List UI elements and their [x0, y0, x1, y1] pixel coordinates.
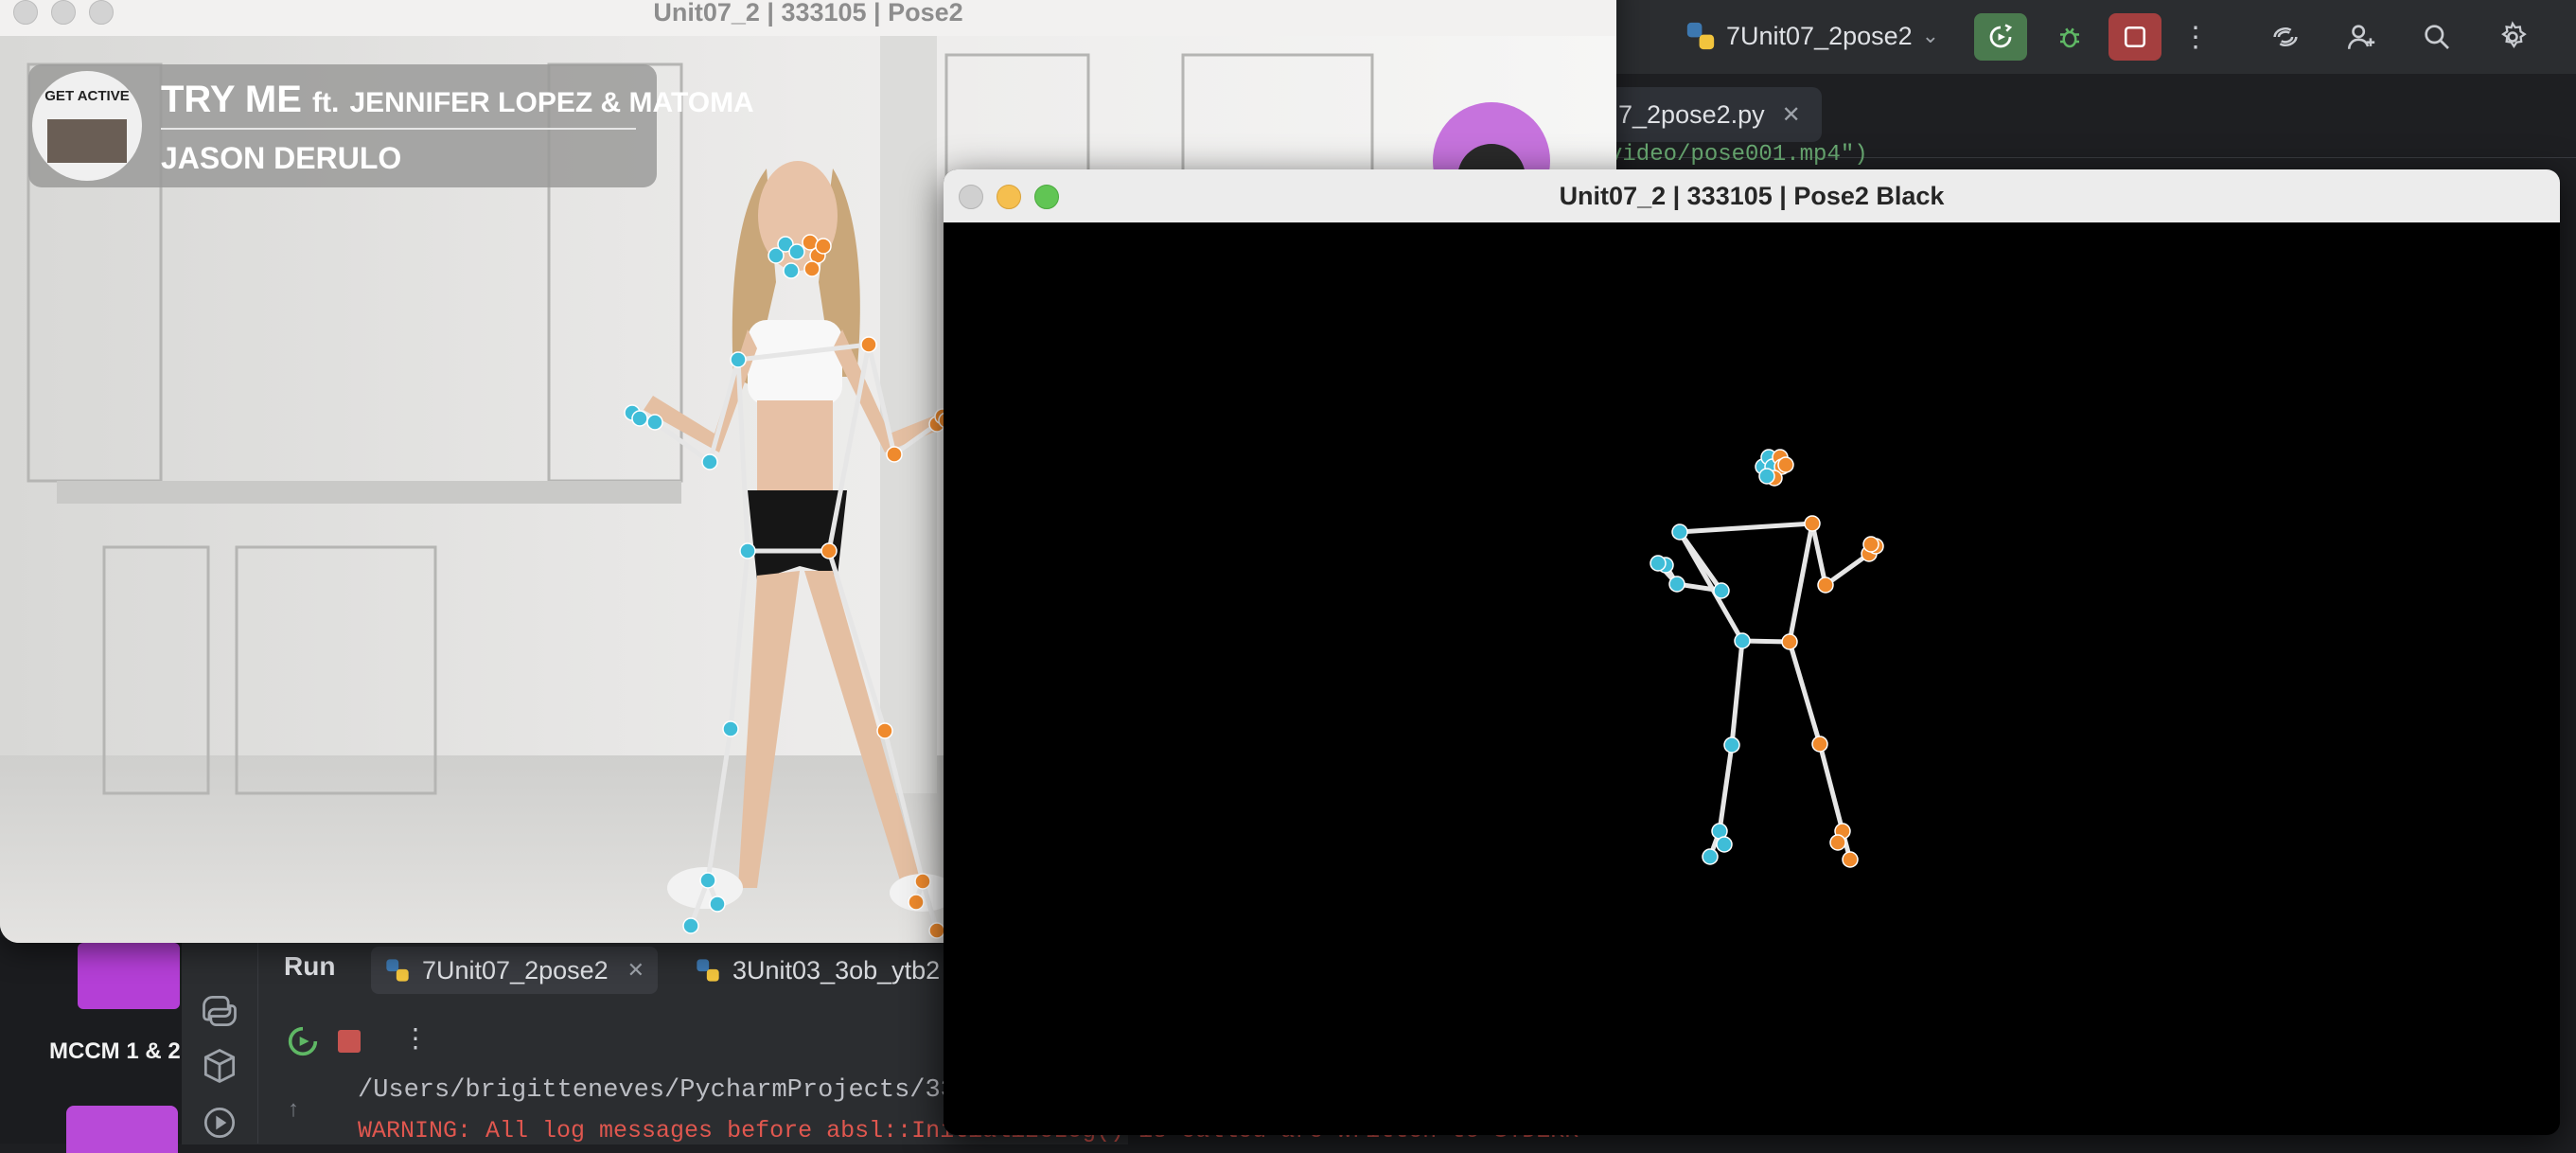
left-keypoint	[1650, 555, 1667, 572]
debug-icon	[2060, 27, 2079, 48]
right-keypoint	[815, 238, 832, 255]
window-titlebar[interactable]: Unit07_2 | 333105 | Pose2 Black	[944, 169, 2560, 223]
rerun-icon	[1989, 24, 2013, 48]
settings-button[interactable]	[2489, 13, 2536, 61]
window-title: Unit07_2 | 333105 | Pose2	[653, 0, 963, 27]
python-icon	[1686, 22, 1715, 50]
run-panel-title: Run	[284, 951, 336, 981]
left-keypoint	[1723, 736, 1740, 754]
desktop-folder-label: MCCM 1 & 2	[49, 1038, 181, 1064]
debug-button[interactable]	[2046, 13, 2093, 61]
stop-icon	[2124, 26, 2146, 48]
python-icon	[386, 959, 409, 982]
close-icon[interactable]: ✕	[627, 958, 644, 983]
services-icon[interactable]	[199, 1102, 240, 1144]
left-keypoint	[739, 542, 756, 559]
python-icon	[697, 959, 719, 982]
python-console-icon[interactable]	[199, 990, 240, 1032]
desktop-folder-icon[interactable]	[78, 943, 180, 1009]
left-keypoint	[631, 410, 648, 427]
more-options-button[interactable]: ⋮	[2177, 13, 2214, 61]
right-keypoint	[908, 894, 925, 911]
right-keypoint	[803, 260, 820, 277]
right-keypoint	[1862, 536, 1879, 553]
window-titlebar[interactable]: Unit07_2 | 333105 | Pose2	[0, 0, 1616, 37]
banner-badge: GET ACTIVE	[44, 88, 129, 104]
editor-tab-label: 7_2pose2.py	[1618, 99, 1765, 129]
more-icon: ⋮	[2181, 21, 2210, 53]
pose2-black-window[interactable]: Unit07_2 | 333105 | Pose2 Black	[944, 169, 2560, 1135]
left-keypoint	[1758, 468, 1775, 485]
right-keypoint	[914, 873, 931, 890]
add-user-icon	[2347, 25, 2375, 49]
right-keypoint	[860, 336, 877, 353]
left-keypoint	[1668, 576, 1685, 593]
left-keypoint	[1671, 523, 1688, 541]
right-keypoint	[1829, 834, 1846, 851]
run-configuration-selector[interactable]: 7Unit07_2pose2 ⌄	[1685, 13, 1939, 59]
code-line: video/pose001.mp4")	[1609, 142, 1868, 168]
banner-artist: JASON DERULO	[161, 141, 401, 175]
right-keypoint	[886, 446, 903, 463]
search-icon	[2425, 25, 2449, 49]
right-keypoint	[876, 722, 893, 739]
more-icon[interactable]: ⋮	[402, 1022, 429, 1054]
left-keypoint	[1734, 632, 1751, 649]
stop-button[interactable]	[2108, 13, 2161, 61]
add-user-button[interactable]	[2338, 13, 2385, 61]
run-tab-label: 7Unit07_2pose2	[422, 955, 609, 984]
right-keypoint	[928, 922, 945, 939]
rerun-icon[interactable]	[284, 1022, 322, 1060]
run-tab-label: 3Unit03_3ob_ytb2	[732, 955, 941, 984]
left-keypoint	[701, 453, 718, 470]
ai-assistant-button[interactable]	[2262, 13, 2309, 61]
python-packages-icon[interactable]	[199, 1045, 240, 1087]
ai-assistant-icon	[2273, 27, 2298, 47]
right-keypoint	[1781, 633, 1798, 650]
ide-toolbar: 7Unit07_2pose2 ⌄ ⋮	[1609, 0, 2576, 74]
right-keypoint	[1777, 456, 1794, 473]
window-title: Unit07_2 | 333105 | Pose2 Black	[1559, 182, 1945, 210]
console-output-line: /Users/brigitteneves/PycharmProjects/333	[358, 1076, 972, 1105]
left-keypoint	[699, 872, 716, 889]
left-keypoint	[783, 262, 800, 279]
right-keypoint	[1842, 851, 1859, 868]
close-icon[interactable]: ✕	[1782, 101, 1801, 129]
skeleton-canvas	[944, 222, 2560, 1135]
right-keypoint	[820, 542, 838, 559]
song-banner: GET ACTIVE TRY ME ft. JENNIFER LOPEZ & M…	[28, 64, 754, 187]
left-keypoint	[722, 720, 739, 737]
run-tab-3unit03-3ob-ytb2[interactable]: 3Unit03_3ob_ytb2	[681, 947, 953, 994]
left-keypoint	[682, 917, 699, 934]
run-config-label: 7Unit07_2pose2	[1726, 21, 1913, 50]
run-tab-7unit07-2pose2[interactable]: 7Unit07_2pose2 ✕	[371, 947, 659, 994]
right-keypoint	[1804, 515, 1821, 532]
left-keypoint	[1716, 836, 1733, 853]
wall-moulding	[57, 481, 681, 504]
door-frame	[880, 36, 937, 793]
left-keypoint	[1713, 582, 1730, 599]
left-keypoint	[730, 351, 747, 368]
left-keypoint	[788, 243, 805, 260]
chevron-down-icon: ⌄	[1921, 24, 1940, 47]
desktop-folder-icon[interactable]	[66, 1106, 178, 1153]
right-keypoint	[1817, 576, 1834, 594]
stop-button[interactable]	[338, 1030, 361, 1053]
left-keypoint	[646, 414, 663, 431]
editor-tab-file[interactable]: 7_2pose2.py ✕	[1609, 87, 1822, 142]
right-keypoint	[1811, 736, 1828, 753]
left-keypoint	[1702, 848, 1719, 865]
search-button[interactable]	[2413, 13, 2461, 61]
arrow-up-icon[interactable]: ↑	[288, 1096, 299, 1123]
rerun-button[interactable]	[1974, 13, 2027, 61]
tool-window-gutter	[182, 941, 258, 1144]
settings-icon	[2501, 21, 2527, 48]
left-keypoint	[709, 896, 726, 913]
